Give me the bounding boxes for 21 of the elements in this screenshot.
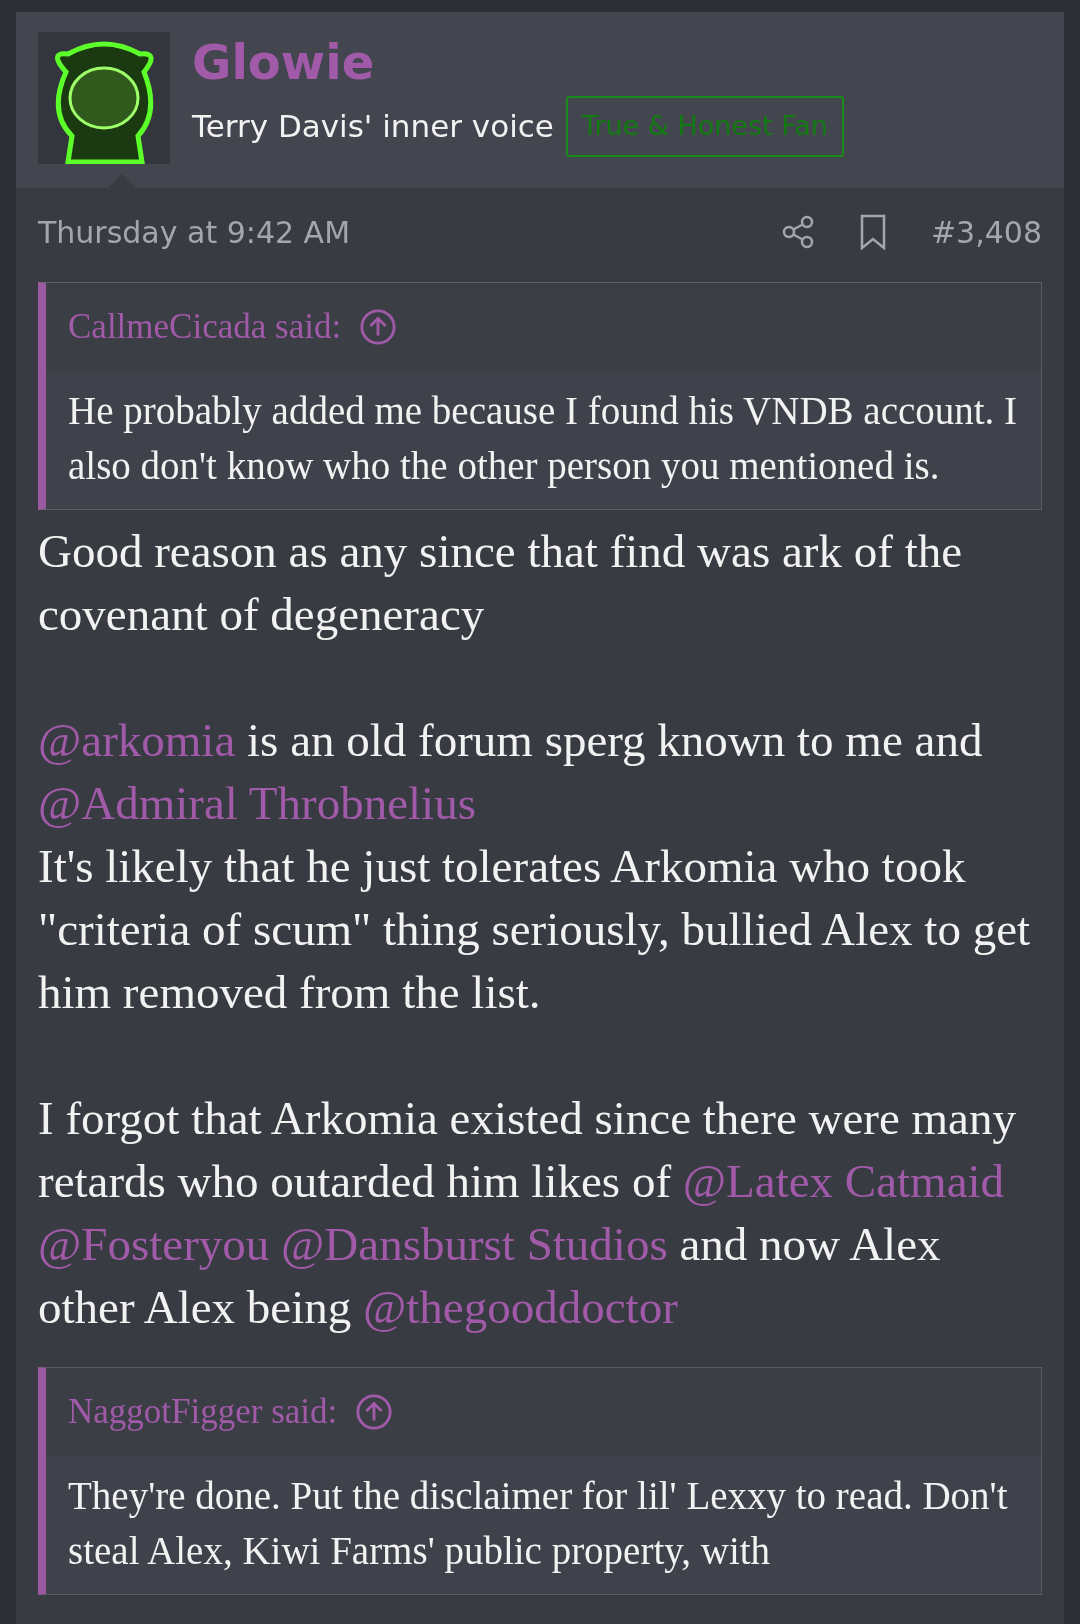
user-title: Terry Davis' inner voice	[192, 107, 554, 146]
post-text: It's likely that he just tolerates Arkomia who took "criteria of scum" thing seriously, bullied Alex to get him removed from the list.	[38, 839, 1032, 1020]
quote-author[interactable]: NaggotFigger said:	[68, 1385, 338, 1439]
username[interactable]: Glowie	[192, 34, 844, 90]
post-text: I forgot that Arkomia existed since there were many retards who outarded him likes of @Latex Catmaid @Fosteryou @Dansburst Studios and now Alex other Alex being @thegooddoctor	[38, 1091, 1017, 1335]
quote-text: They're done. Put the disclaimer for lil' Lexxy to read. Don't steal Alex, Kiwi Farms' public property, with	[67, 1473, 1009, 1575]
mention-link[interactable]: @Latex Catmaid	[682, 1155, 1005, 1207]
post-text: @arkomia is an old forum sperg known to me and @Admiral Throbnelius	[38, 713, 984, 831]
quote-text: He probably added me because I found his VNDB account. I also don't know who the other person you mentioned is.	[67, 388, 1019, 490]
post-text: Good reason as any since that find was ark of the covenant of degeneracy	[38, 524, 964, 642]
post-number[interactable]: #3,408	[930, 209, 1042, 255]
mention-link[interactable]: @Admiral Throbnelius	[38, 777, 476, 829]
bookmark-icon[interactable]	[858, 214, 887, 250]
mention-link[interactable]: @thegooddoctor	[363, 1281, 678, 1333]
post-date[interactable]: Thursday at 9:42 AM	[38, 209, 351, 255]
mention-link[interactable]: @Dansburst Studios	[281, 1218, 668, 1270]
mention-link[interactable]: @Fosteryou	[38, 1218, 270, 1270]
quote-author[interactable]: CallmeCicada said:	[68, 300, 342, 354]
user-banner: True & Honest Fan	[565, 96, 844, 157]
mention-link[interactable]: @arkomia	[38, 714, 236, 766]
share-icon[interactable]	[780, 215, 815, 249]
